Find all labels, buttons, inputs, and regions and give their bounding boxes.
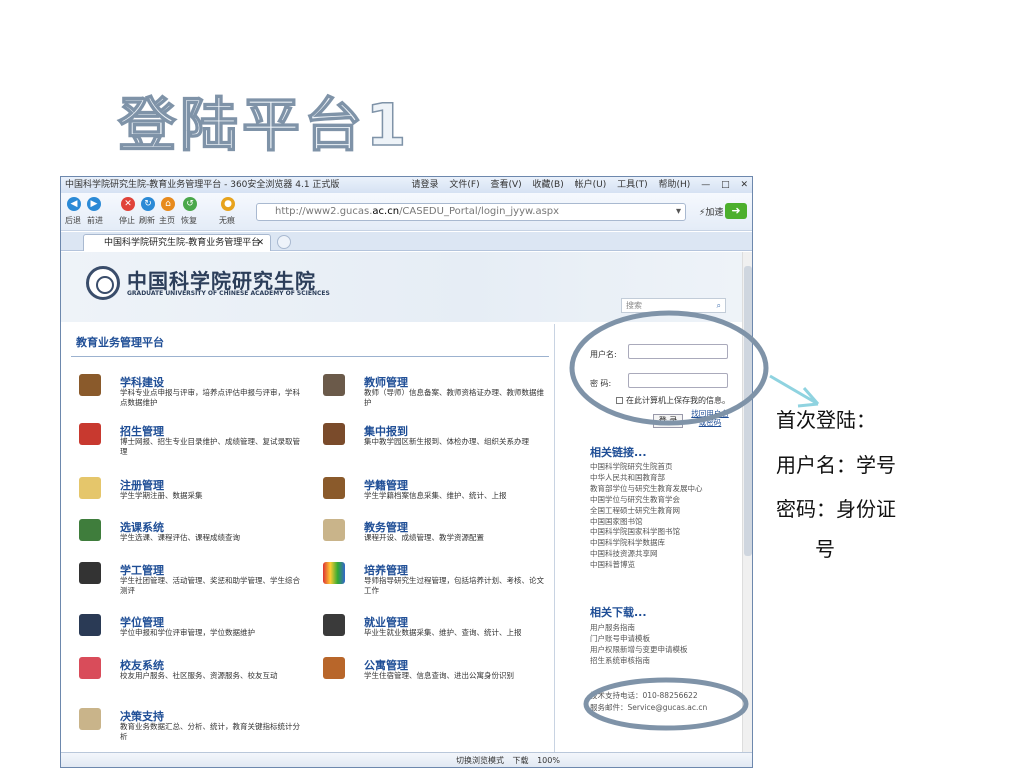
support-highlight-ellipse xyxy=(583,677,749,731)
note-line: 密码：身份证 xyxy=(776,497,896,521)
login-highlight-ellipse xyxy=(569,310,769,426)
note-line: 用户名：学号 xyxy=(776,453,896,477)
arrow-icon xyxy=(769,374,820,408)
slide: { "slide": { "title": "登陆平台1", "note_lin… xyxy=(0,0,1024,768)
note-line: 首次登陆： xyxy=(776,408,876,432)
annotation-overlay xyxy=(569,310,820,731)
note-line: 号 xyxy=(815,537,835,561)
